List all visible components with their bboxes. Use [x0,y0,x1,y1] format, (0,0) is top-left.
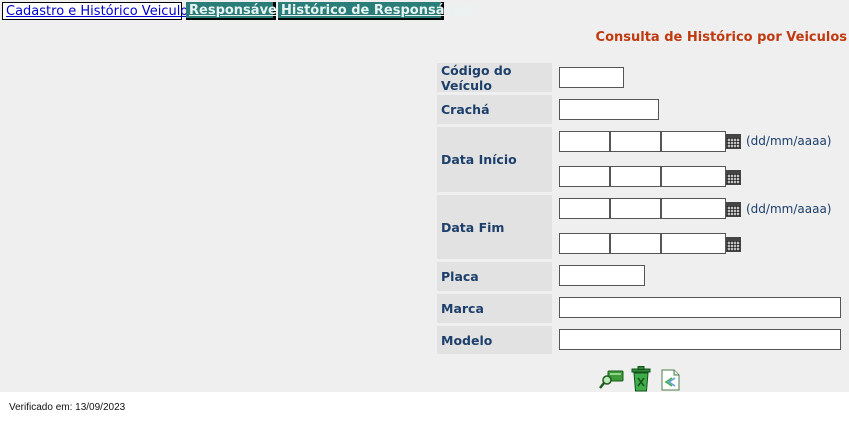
data-fim-year-input[interactable] [661,198,726,219]
calendar-icon[interactable] [726,134,741,149]
codigo-veiculo-input[interactable] [559,67,624,88]
marca-input[interactable] [559,297,841,318]
cracha-input[interactable] [559,99,659,120]
data-fim-cell: (dd/mm/aaaa) [555,195,846,259]
data-fim-hour-input[interactable] [559,233,610,254]
page-title: Consulta de Histórico por Veiculos [595,30,847,45]
data-inicio-label: Data Início [437,127,552,192]
marca-cell [555,294,846,323]
codigo-veiculo-label: Código do Veículo [437,63,552,93]
codigo-veiculo-cell [555,63,846,92]
data-inicio-cell: (dd/mm/aaaa) [555,127,846,192]
placa-label: Placa [437,262,552,291]
date-format-hint: (dd/mm/aaaa) [746,202,832,216]
calendar-icon[interactable] [726,202,741,217]
back-document-icon[interactable] [661,369,680,391]
data-fim-minute-input[interactable] [610,233,661,254]
modelo-input[interactable] [559,329,841,350]
data-inicio-day-input[interactable] [559,131,610,152]
search-icon[interactable] [599,368,625,390]
verification-footer: Verificado em: 13/09/2023 [9,402,126,413]
main-panel: Cadastro e Histórico Veiculos Responsáve… [0,0,849,392]
data-inicio-month-input[interactable] [610,131,661,152]
tab-responsaveis[interactable]: Responsáveis [186,2,289,20]
calendar-icon[interactable] [726,170,741,185]
data-fim-label: Data Fim [437,195,552,259]
data-fim-month-input[interactable] [610,198,661,219]
clear-trash-icon[interactable] [631,366,651,392]
data-inicio-year-input[interactable] [661,131,726,152]
cracha-label: Crachá [437,95,552,124]
tab-cadastro-historico-veiculos[interactable]: Cadastro e Histórico Veiculos [2,2,195,20]
modelo-label: Modelo [437,326,552,354]
data-inicio-hour-input[interactable] [559,166,610,187]
data-inicio-second-input[interactable] [661,166,726,187]
date-format-hint: (dd/mm/aaaa) [746,134,832,148]
marca-label: Marca [437,294,552,323]
tab-historico-responsaveis[interactable]: Histórico de Responsáveis [278,2,474,20]
calendar-icon[interactable] [726,237,741,252]
data-inicio-minute-input[interactable] [610,166,661,187]
placa-input[interactable] [559,265,645,286]
data-fim-second-input[interactable] [661,233,726,254]
cracha-cell [555,95,846,124]
data-fim-day-input[interactable] [559,198,610,219]
placa-cell [555,262,846,291]
modelo-cell [555,326,846,354]
